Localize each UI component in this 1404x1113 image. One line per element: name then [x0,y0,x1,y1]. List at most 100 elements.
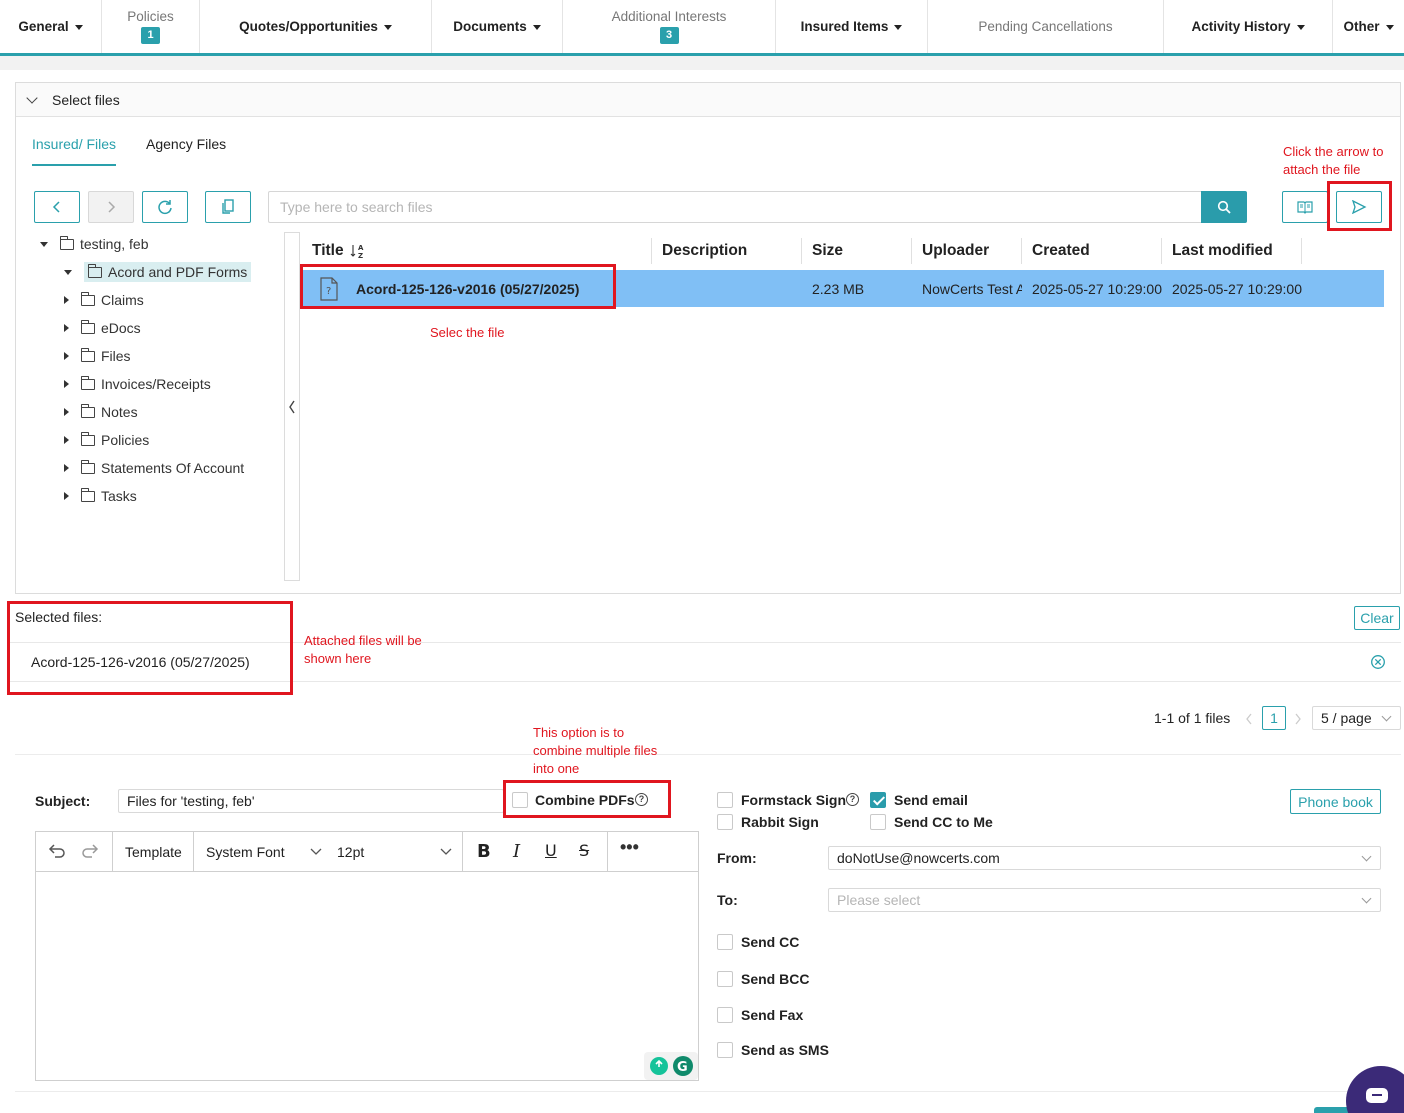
annotation-line: attach the file [1283,162,1361,177]
tab-agency-files[interactable]: Agency Files [146,136,226,166]
back-button[interactable] [34,191,80,223]
highlight-combine-pdfs [503,780,671,818]
send-sms-checkbox[interactable] [717,1042,733,1058]
tab-insured-files[interactable]: Insured/ Files [32,136,117,166]
nav-quotes-opportunities[interactable]: Quotes/Opportunities [200,0,432,53]
column-description[interactable]: Description [652,238,802,264]
tree-item-invoices-receipts[interactable]: Invoices/Receipts [64,372,211,396]
rabbit-sign-checkbox[interactable] [717,814,733,830]
tree-root-label: testing, feb [80,236,149,252]
phone-book-button[interactable]: Phone book [1290,789,1381,814]
tree-item-edocs[interactable]: eDocs [64,316,141,340]
send-cc-checkbox[interactable] [717,934,733,950]
column-created[interactable]: Created [1022,238,1162,264]
column-uploader[interactable]: Uploader [912,238,1022,264]
tree-item-statements[interactable]: Statements Of Account [64,456,244,480]
nav-additional-interests-label: Additional Interests [611,9,727,24]
send-fax-label: Send Fax [741,1007,804,1023]
page-1-button[interactable]: 1 [1262,706,1286,730]
refresh-button[interactable] [142,191,188,223]
nav-documents[interactable]: Documents [432,0,563,53]
row-size: 2.23 MB [812,281,865,297]
tree-item-claims[interactable]: Claims [64,288,144,312]
preview-button[interactable] [1282,191,1328,223]
send-cc-to-me-label: Send CC to Me [894,814,993,830]
chat-launcher[interactable] [1346,1066,1404,1113]
folder-icon [80,319,95,334]
tree-item-selected: Acord and PDF Forms [84,262,252,282]
nav-insured-items[interactable]: Insured Items [776,0,928,53]
expand-icon [64,492,69,500]
folder-icon [80,375,95,390]
copy-button[interactable] [205,191,251,223]
font-family-select[interactable]: System Font [206,844,285,860]
tree-item-acord-pdf-forms[interactable]: Acord and PDF Forms [64,260,252,284]
tree-item-files[interactable]: Files [64,344,131,368]
strikethrough-icon[interactable]: S [579,841,589,860]
redo-icon[interactable] [81,842,101,862]
to-select[interactable]: Please select [828,888,1381,912]
tree-root[interactable]: testing, feb [40,232,149,256]
subject-input[interactable]: Files for 'testing, feb' [118,789,504,813]
nav-activity-history-label: Activity History [1191,19,1291,34]
nav-general-label: General [18,19,69,34]
message-editor[interactable]: Template System Font 12pt B I U S ••• G [35,831,699,1081]
nav-other-label: Other [1343,19,1380,34]
italic-icon[interactable]: I [513,841,520,862]
page-size-value: 5 / page [1321,710,1372,726]
nav-additional-interests[interactable]: Additional Interests 3 [563,0,776,53]
send-cc-to-me-checkbox[interactable] [870,814,886,830]
more-options-icon[interactable]: ••• [620,837,639,858]
folder-icon [59,235,74,250]
column-last-modified[interactable]: Last modified [1162,238,1302,264]
grammarly-icon: G [673,1056,693,1076]
next-page-icon[interactable] [1293,712,1303,726]
search-button[interactable] [1201,191,1247,223]
sort-az-icon: AZ [350,244,364,259]
tree-item-policies[interactable]: Policies [64,428,149,452]
template-button[interactable]: Template [125,844,182,860]
folder-icon [80,431,95,446]
chevron-down-icon [1381,711,1392,722]
chevron-down-icon [1361,893,1372,904]
nav-policies[interactable]: Policies 1 [102,0,200,53]
tree-item-label: Policies [101,432,150,448]
grammarly-widget[interactable]: G [644,1052,698,1080]
column-size[interactable]: Size [802,238,912,264]
tree-item-tasks[interactable]: Tasks [64,484,137,508]
send-email-checkbox[interactable] [870,792,886,808]
undo-icon[interactable] [46,842,66,862]
from-select[interactable]: doNotUse@nowcerts.com [828,846,1381,870]
send-sms-label: Send as SMS [741,1042,829,1058]
nav-general[interactable]: General [0,0,102,53]
forward-button[interactable] [88,191,134,223]
search-input[interactable]: Type here to search files [268,191,1202,223]
send-fax-checkbox[interactable] [717,1007,733,1023]
page-size-select[interactable]: 5 / page [1312,706,1401,730]
annotation-line: Attached files will be [304,633,422,648]
font-size-select[interactable]: 12pt [337,844,364,860]
book-icon [1297,201,1313,214]
panel-header[interactable]: Select files [16,83,1400,117]
prev-page-icon[interactable] [1244,712,1254,726]
nav-other[interactable]: Other [1333,0,1404,53]
from-value: doNotUse@nowcerts.com [837,850,1000,866]
remove-circle-icon[interactable] [1370,654,1386,670]
send-bcc-checkbox[interactable] [717,971,733,987]
pane-splitter[interactable] [284,232,300,581]
tree-item-label: eDocs [101,320,141,336]
bold-icon[interactable]: B [477,841,491,862]
clear-button[interactable]: Clear [1354,606,1400,630]
nav-quotes-label: Quotes/Opportunities [239,19,378,34]
panel-title: Select files [52,91,120,108]
tree-item-notes[interactable]: Notes [64,400,138,424]
column-title[interactable]: Title AZ [302,238,652,264]
folder-icon [80,291,95,306]
help-icon[interactable]: ? [846,793,859,806]
nav-pending-cancellations[interactable]: Pending Cancellations [928,0,1164,53]
formstack-sign-checkbox[interactable] [717,792,733,808]
expand-icon [64,296,69,304]
underline-icon[interactable]: U [545,841,557,860]
nav-activity-history[interactable]: Activity History [1164,0,1333,53]
chevron-left-icon [52,201,60,213]
